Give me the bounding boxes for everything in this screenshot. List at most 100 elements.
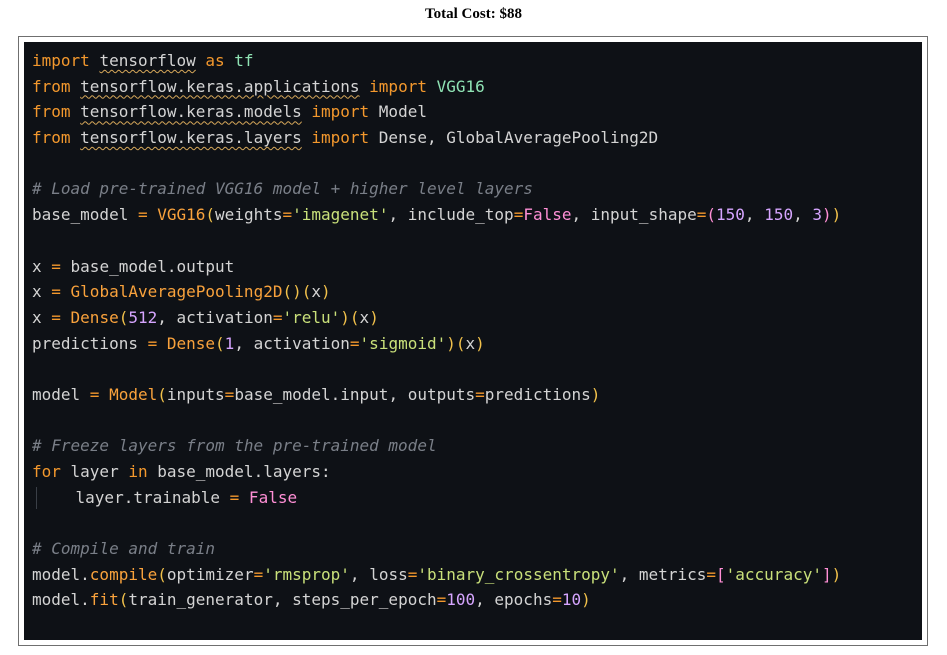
code-token: , input_shape bbox=[571, 205, 697, 225]
code-token: ) bbox=[321, 282, 331, 302]
code-token: model. bbox=[32, 590, 90, 610]
code-line: x = Dense(512, activation='relu')(x) bbox=[32, 305, 922, 331]
code-token: , epochs bbox=[475, 590, 553, 610]
code-token: , activation bbox=[234, 333, 350, 353]
code-line: layer.trainable = False bbox=[32, 485, 922, 511]
code-token: = bbox=[475, 384, 485, 404]
code-token: ) bbox=[831, 205, 842, 225]
code-token: base_model.output bbox=[60, 256, 235, 276]
code-token: import bbox=[32, 51, 100, 70]
code-token: layer bbox=[70, 462, 129, 481]
code-token: weights bbox=[215, 205, 283, 225]
code-token: = bbox=[513, 205, 524, 225]
code-token: 3 bbox=[812, 205, 822, 225]
code-token: model. bbox=[32, 564, 90, 584]
code-token: = bbox=[51, 307, 61, 327]
code-token: )( bbox=[340, 307, 360, 327]
code-token: = bbox=[282, 205, 293, 225]
code-token: = bbox=[552, 590, 562, 610]
code-token: = bbox=[229, 487, 240, 507]
code-token: = bbox=[51, 256, 61, 276]
code-token: VGG16 bbox=[436, 76, 485, 96]
code-line: model.fit(train_generator, steps_per_epo… bbox=[32, 587, 922, 613]
code-token: tf bbox=[234, 51, 254, 70]
code-token: = bbox=[89, 384, 100, 404]
code-token: predictions bbox=[32, 333, 148, 353]
code-token: import bbox=[359, 76, 437, 96]
code-token: # Freeze layers from the pre-trained mod… bbox=[32, 436, 437, 456]
document-title: Total Cost: $88 bbox=[425, 6, 522, 22]
code-token: ) bbox=[590, 384, 601, 404]
code-token: 150 bbox=[716, 205, 745, 225]
code-token: [ bbox=[716, 564, 726, 584]
code-token: base_model bbox=[32, 205, 138, 225]
code-token: tensorflow.keras.applications bbox=[80, 76, 360, 96]
code-token: ( bbox=[118, 590, 129, 610]
code-token: False bbox=[523, 205, 572, 225]
code-token: 'sigmoid' bbox=[359, 333, 447, 353]
code-token: # Compile and train bbox=[32, 539, 216, 559]
code-token: compile bbox=[89, 564, 158, 584]
code-token: = bbox=[51, 282, 61, 302]
code-line: from tensorflow.keras.models import Mode… bbox=[32, 99, 922, 125]
code-token: = bbox=[407, 564, 418, 584]
code-token: Model bbox=[99, 384, 158, 404]
code-line: model.compile(optimizer='rmsprop', loss=… bbox=[32, 562, 922, 588]
code-line: # Compile and train bbox=[32, 536, 922, 562]
code-token: ) bbox=[831, 564, 842, 584]
code-token: as bbox=[195, 51, 235, 70]
code-token: ( bbox=[215, 333, 225, 353]
code-token: from bbox=[32, 128, 81, 148]
code-token: Dense, GlobalAveragePooling2D bbox=[378, 128, 659, 148]
code-token: in bbox=[128, 462, 158, 481]
code-token: = bbox=[706, 564, 716, 584]
code-token: = bbox=[349, 333, 360, 353]
code-token: import bbox=[301, 128, 379, 148]
code-token: = bbox=[224, 384, 235, 404]
code-token: ( bbox=[706, 205, 717, 225]
code-line: base_model = VGG16(weights='imagenet', i… bbox=[32, 202, 922, 228]
code-token: = bbox=[253, 564, 264, 584]
code-token: base_model.layers: bbox=[157, 462, 331, 481]
code-token: model bbox=[32, 384, 90, 404]
code-token: for bbox=[32, 462, 71, 481]
code-line: x = base_model.output bbox=[32, 254, 922, 280]
code-token: , metrics bbox=[619, 564, 707, 584]
code-line: from tensorflow.keras.layers import Dens… bbox=[32, 125, 922, 151]
code-token: x bbox=[465, 333, 476, 353]
code-token: ( bbox=[118, 307, 129, 327]
code-line: from tensorflow.keras.applications impor… bbox=[32, 74, 922, 100]
code-token: Model bbox=[378, 102, 427, 122]
code-token: inputs bbox=[166, 384, 225, 404]
code-token: = bbox=[436, 590, 447, 610]
code-token: x bbox=[32, 256, 52, 276]
code-token: 512 bbox=[128, 307, 158, 327]
code-token: x bbox=[311, 282, 322, 302]
code-token: optimizer bbox=[166, 564, 254, 584]
code-token: 'imagenet' bbox=[292, 205, 389, 225]
code-token: )( bbox=[446, 333, 466, 353]
code-token: tensorflow.keras.models bbox=[80, 102, 302, 122]
code-token: 'accuracy' bbox=[725, 564, 822, 584]
code-token: predictions bbox=[484, 384, 591, 404]
code-token: Dense bbox=[60, 307, 119, 327]
code-token: train_generator, steps_per_epoch bbox=[128, 590, 437, 610]
code-token: , include_top bbox=[388, 205, 514, 225]
code-token: x bbox=[359, 307, 370, 327]
code-token: , bbox=[744, 205, 765, 225]
code-token: ] bbox=[821, 564, 832, 584]
code-token: from bbox=[32, 76, 81, 96]
code-token: # Load pre-trained VGG16 model + higher … bbox=[32, 179, 533, 199]
code-token: False bbox=[239, 487, 298, 507]
code-token: 150 bbox=[764, 205, 794, 225]
code-token: ) bbox=[581, 590, 591, 610]
code-token: ) bbox=[369, 307, 379, 327]
code-token: fit bbox=[89, 590, 119, 610]
code-token: 'rmsprop' bbox=[263, 564, 350, 584]
code-token: ) bbox=[475, 333, 485, 353]
code-token: tensorflow.keras.layers bbox=[80, 128, 302, 148]
code-line: x = GlobalAveragePooling2D()(x) bbox=[32, 279, 922, 305]
